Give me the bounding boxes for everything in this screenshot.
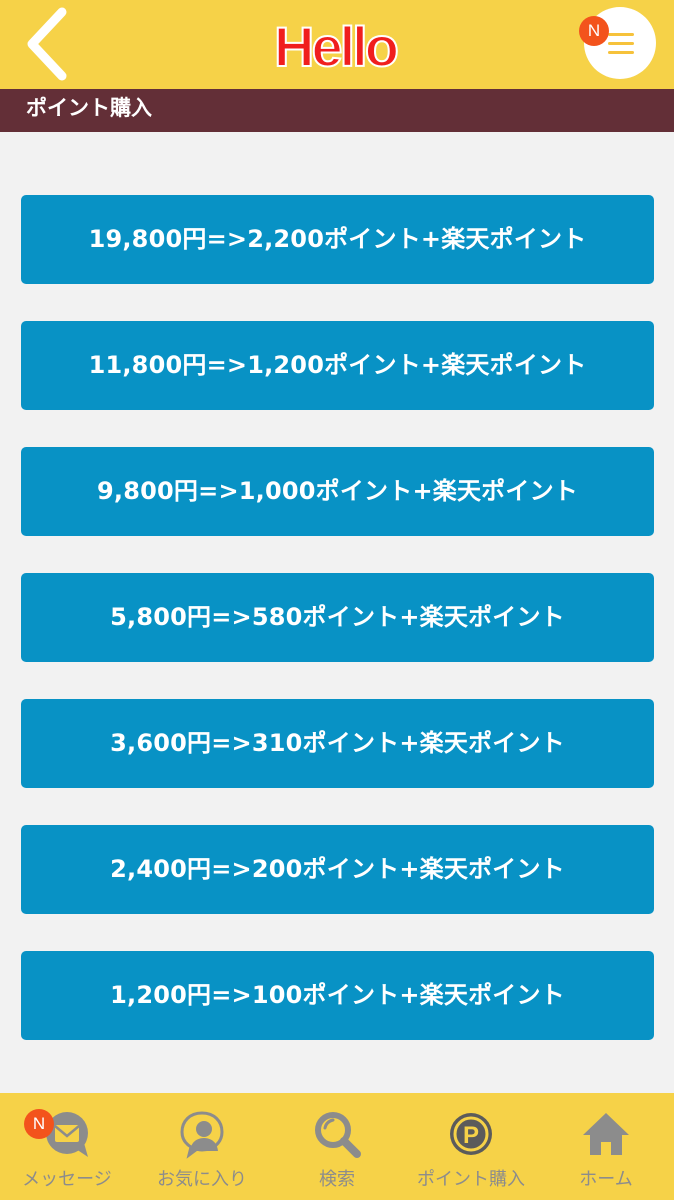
notification-badge: N <box>579 16 609 46</box>
hamburger-icon <box>608 33 634 55</box>
logo-text: Hello <box>274 15 398 74</box>
favorite-icon <box>180 1111 224 1159</box>
back-button[interactable] <box>14 6 78 82</box>
plan-list: 19,800円=>2,200ポイント+楽天ポイント 11,800円=>1,200… <box>21 195 654 1077</box>
message-badge: N <box>24 1109 54 1139</box>
page-title: ポイント購入 <box>26 96 152 120</box>
app-logo: Hello <box>273 14 402 74</box>
plan-button-5800[interactable]: 5,800円=>580ポイント+楽天ポイント <box>21 573 654 662</box>
search-icon <box>315 1112 361 1158</box>
tab-label: 検索 <box>319 1169 355 1190</box>
tab-label: お気に入り <box>157 1169 247 1190</box>
tab-label: ポイント購入 <box>417 1169 525 1190</box>
bottom-tab-bar: メッセージ N お気に入り 検索 P ポイント購入 ホーム <box>0 1093 674 1200</box>
page-title-bar: ポイント購入 <box>0 89 674 132</box>
app-header: Hello N <box>0 0 674 89</box>
plan-button-9800[interactable]: 9,800円=>1,000ポイント+楽天ポイント <box>21 447 654 536</box>
tab-label: メッセージ <box>22 1169 112 1190</box>
tab-home[interactable]: ホーム <box>539 1093 673 1200</box>
chevron-left-icon <box>27 7 67 81</box>
point-icon: P <box>450 1113 492 1155</box>
plan-button-11800[interactable]: 11,800円=>1,200ポイント+楽天ポイント <box>21 321 654 410</box>
tab-label: ホーム <box>579 1169 633 1190</box>
plan-button-1200[interactable]: 1,200円=>100ポイント+楽天ポイント <box>21 951 654 1040</box>
home-icon <box>583 1113 629 1155</box>
plan-button-2400[interactable]: 2,400円=>200ポイント+楽天ポイント <box>21 825 654 914</box>
plan-button-3600[interactable]: 3,600円=>310ポイント+楽天ポイント <box>21 699 654 788</box>
tab-search[interactable]: 検索 <box>270 1093 404 1200</box>
svg-text:P: P <box>463 1122 479 1149</box>
tab-message[interactable]: メッセージ N <box>0 1093 134 1200</box>
tab-point-purchase[interactable]: P ポイント購入 <box>404 1093 538 1200</box>
tab-favorite[interactable]: お気に入り <box>135 1093 269 1200</box>
plan-button-19800[interactable]: 19,800円=>2,200ポイント+楽天ポイント <box>21 195 654 284</box>
